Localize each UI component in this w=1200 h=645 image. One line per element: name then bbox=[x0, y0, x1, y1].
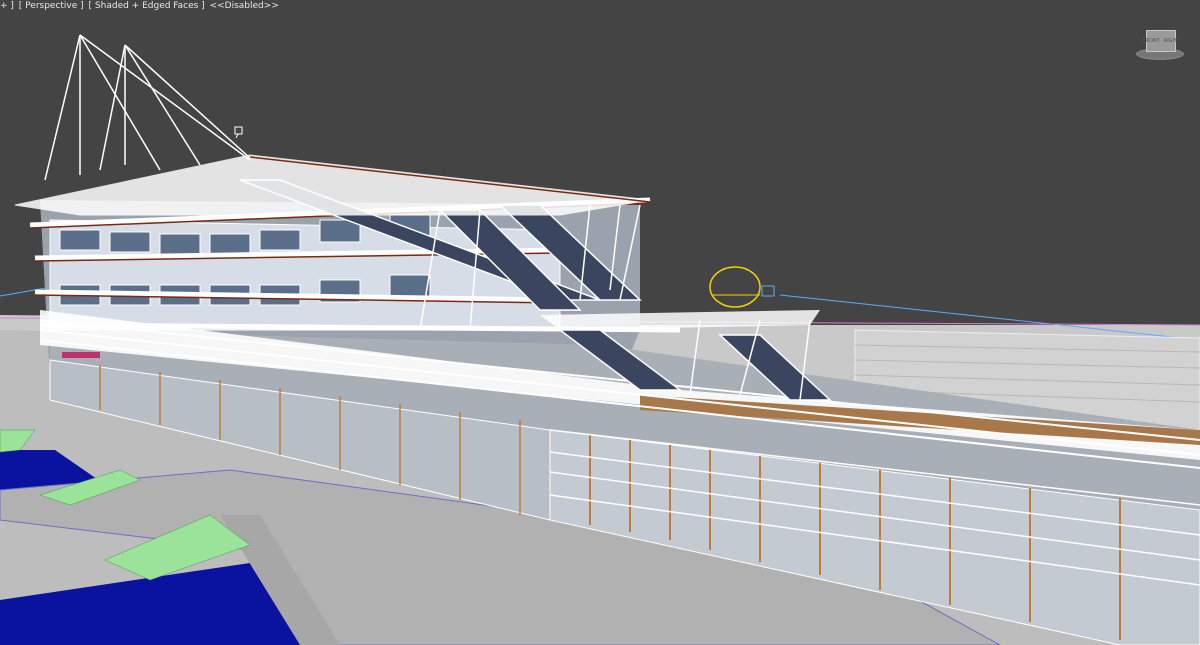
viewcube-face-right[interactable]: RIGHT bbox=[1164, 38, 1180, 44]
viewport-label: + ] [ Perspective ] [ Shaded + Edged Fac… bbox=[0, 1, 281, 12]
mast-cables bbox=[44, 34, 251, 181]
signage-strip bbox=[62, 352, 100, 358]
viewcube-face-front[interactable]: FRONT bbox=[1143, 38, 1160, 44]
viewport-shading-label[interactable]: [ Shaded + Edged Faces ] bbox=[89, 1, 205, 11]
viewport-disabled-label[interactable]: <<Disabled>> bbox=[210, 1, 279, 11]
viewport-menu-button[interactable]: + ] bbox=[0, 1, 14, 11]
light-icon-tail bbox=[235, 133, 239, 139]
selection-gizmo[interactable] bbox=[709, 266, 761, 308]
viewcube-icon[interactable]: FRONT RIGHT bbox=[1136, 26, 1184, 60]
viewport-view-label[interactable]: [ Perspective ] bbox=[19, 1, 84, 11]
canopy-roof bbox=[14, 154, 651, 216]
camera-target-icon[interactable] bbox=[761, 285, 775, 297]
scene-render[interactable] bbox=[0, 0, 1200, 645]
perspective-viewport[interactable]: + ] [ Perspective ] [ Shaded + Edged Fac… bbox=[0, 0, 1200, 645]
light-icon[interactable] bbox=[234, 126, 243, 135]
viewcube-face[interactable]: FRONT RIGHT bbox=[1143, 30, 1179, 52]
